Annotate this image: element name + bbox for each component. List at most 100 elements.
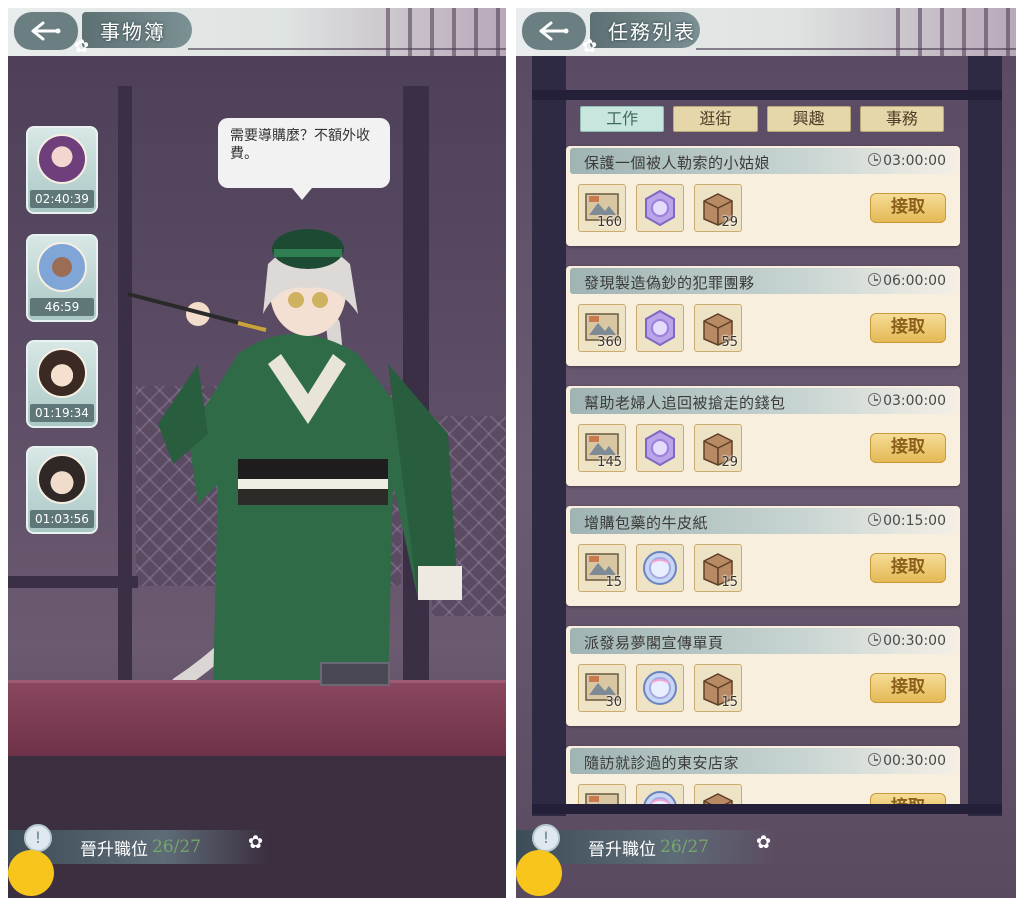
reward-quantity: 15 (721, 695, 738, 710)
floating-assist-button[interactable] (8, 850, 54, 896)
task-header: 幫助老婦人追回被搶走的錢包 03:00:00 (570, 388, 956, 414)
info-icon[interactable]: ! (24, 824, 52, 852)
avatar-card-1[interactable]: 02:40:39 (26, 126, 98, 214)
task-card: 保護一個被人勒索的小姑娘 03:00:00 160 29 接取 (566, 146, 960, 246)
promotion-count: 26/27 (660, 837, 709, 857)
task-duration-value: 03:00:00 (883, 153, 946, 169)
reward-quantity: 55 (721, 335, 738, 350)
task-duration-value: 00:30:00 (883, 633, 946, 649)
reward-slot[interactable]: 15 (578, 544, 626, 592)
task-duration-value: 00:15:00 (883, 513, 946, 529)
tab-affairs[interactable]: 事務 (859, 106, 944, 132)
reward-slot[interactable]: 15 (694, 544, 742, 592)
avatar-timer: 01:19:34 (30, 404, 94, 422)
task-card: 增購包藥的牛皮紙 00:15:00 15 15 接取 (566, 506, 960, 606)
reward-slot[interactable] (636, 424, 684, 472)
reward-slot[interactable]: 30 (578, 664, 626, 712)
task-header: 發現製造偽鈔的犯罪團夥 06:00:00 (570, 268, 956, 294)
reward-quantity: 15 (605, 575, 622, 590)
flower-icon: ✿ (248, 832, 264, 853)
flower-icon: ✿ (756, 832, 772, 853)
clock-icon (868, 273, 882, 286)
reward-quantity: 15 (721, 575, 738, 590)
task-category-tabs: 工作 逛街 興趣 事務 (580, 106, 944, 132)
reward-slot[interactable]: 145 (578, 424, 626, 472)
character-portrait-dark-hair-icon (37, 454, 87, 504)
task-card: 發現製造偽鈔的犯罪團夥 06:00:00 360 55 接取 (566, 266, 960, 366)
flower-icon: ✿ (74, 36, 90, 57)
task-card: 派發易夢閣宣傳單頁 00:30:00 30 15 接取 (566, 626, 960, 726)
clock-icon (868, 153, 882, 166)
accept-task-button[interactable]: 接取 (870, 673, 946, 703)
task-duration-value: 06:00:00 (883, 273, 946, 289)
reward-slot[interactable] (636, 544, 684, 592)
clock-icon (868, 393, 882, 406)
reward-slot[interactable] (636, 664, 684, 712)
flower-icon: ✿ (582, 36, 598, 57)
task-header: 增購包藥的牛皮紙 00:15:00 (570, 508, 956, 534)
shelf-board (532, 804, 1002, 814)
accept-task-button[interactable]: 接取 (870, 193, 946, 223)
header-divider (696, 48, 1016, 50)
header-bar: 事物簿 ✿ (8, 8, 506, 56)
character-portrait-purple-hair-icon (37, 134, 87, 184)
reward-quantity: 30 (605, 695, 622, 710)
task-duration-value: 03:00:00 (883, 393, 946, 409)
avatar-card-2[interactable]: 46:59 (26, 234, 98, 322)
reward-quantity: 360 (597, 335, 622, 350)
back-arrow-icon (31, 21, 61, 41)
character-portrait-blue-hair-icon (37, 242, 87, 292)
accept-task-button[interactable]: 接取 (870, 313, 946, 343)
top-beam (532, 90, 1002, 100)
reward-quantity: 29 (721, 455, 738, 470)
reward-slot[interactable]: 360 (578, 304, 626, 352)
avatar-card-3[interactable]: 01:19:34 (26, 340, 98, 428)
task-duration: 03:00:00 (868, 392, 946, 409)
avatar-card-4[interactable]: 01:03:56 (26, 446, 98, 534)
tab-work[interactable]: 工作 (580, 106, 665, 132)
task-duration: 06:00:00 (868, 272, 946, 289)
tab-hobby[interactable]: 興趣 (766, 106, 851, 132)
wood-pillar (532, 56, 566, 816)
reward-slot[interactable]: 15 (694, 664, 742, 712)
reward-slot[interactable]: 29 (694, 424, 742, 472)
promotion-count: 26/27 (152, 837, 201, 857)
task-duration: 03:00:00 (868, 152, 946, 169)
task-title: 增購包藥的牛皮紙 (584, 514, 709, 532)
reward-slot[interactable] (636, 184, 684, 232)
info-icon[interactable]: ! (532, 824, 560, 852)
reward-slot[interactable] (636, 304, 684, 352)
reward-quantity: 145 (597, 455, 622, 470)
avatar-timer: 02:40:39 (30, 190, 94, 208)
shop-counter-front (8, 756, 506, 898)
task-header: 保護一個被人勒索的小姑娘 03:00:00 (570, 148, 956, 174)
tab-shopping[interactable]: 逛街 (673, 106, 758, 132)
accept-task-button[interactable]: 接取 (870, 553, 946, 583)
reward-slot[interactable]: 55 (694, 304, 742, 352)
clock-icon (868, 513, 882, 526)
task-title: 幫助老婦人追回被搶走的錢包 (584, 394, 786, 412)
title-plate: 事物簿 (82, 12, 192, 48)
reward-quantity: 29 (721, 215, 738, 230)
floating-assist-button[interactable] (516, 850, 562, 896)
shopkeeper-character-illustration (127, 229, 462, 690)
task-duration-value: 00:30:00 (883, 753, 946, 769)
task-title: 發現製造偽鈔的犯罪團夥 (584, 274, 755, 292)
back-button[interactable] (14, 12, 78, 50)
clock-icon (868, 633, 882, 646)
reward-slot[interactable]: 160 (578, 184, 626, 232)
header-bar: 任務列表 ✿ (516, 8, 1016, 56)
task-title: 派發易夢閣宣傳單頁 (584, 634, 724, 652)
task-list: 保護一個被人勒索的小姑娘 03:00:00 160 29 接取 發現製造偽鈔的犯罪團夥 06… (566, 140, 960, 810)
page-title: 任務列表 (608, 19, 696, 44)
promotion-label: 晉升職位 (588, 839, 656, 860)
shop-counter-top (8, 680, 506, 756)
avatar-timer: 46:59 (30, 298, 94, 316)
accept-task-button[interactable]: 接取 (870, 433, 946, 463)
clock-icon (868, 753, 882, 766)
reward-slot[interactable]: 29 (694, 184, 742, 232)
back-button[interactable] (522, 12, 586, 50)
task-duration: 00:30:00 (868, 632, 946, 649)
speech-bubble: 需要導購麼？不額外收費。 (218, 118, 390, 200)
task-header: 隨訪就診過的東安店家 00:30:00 (570, 748, 956, 774)
